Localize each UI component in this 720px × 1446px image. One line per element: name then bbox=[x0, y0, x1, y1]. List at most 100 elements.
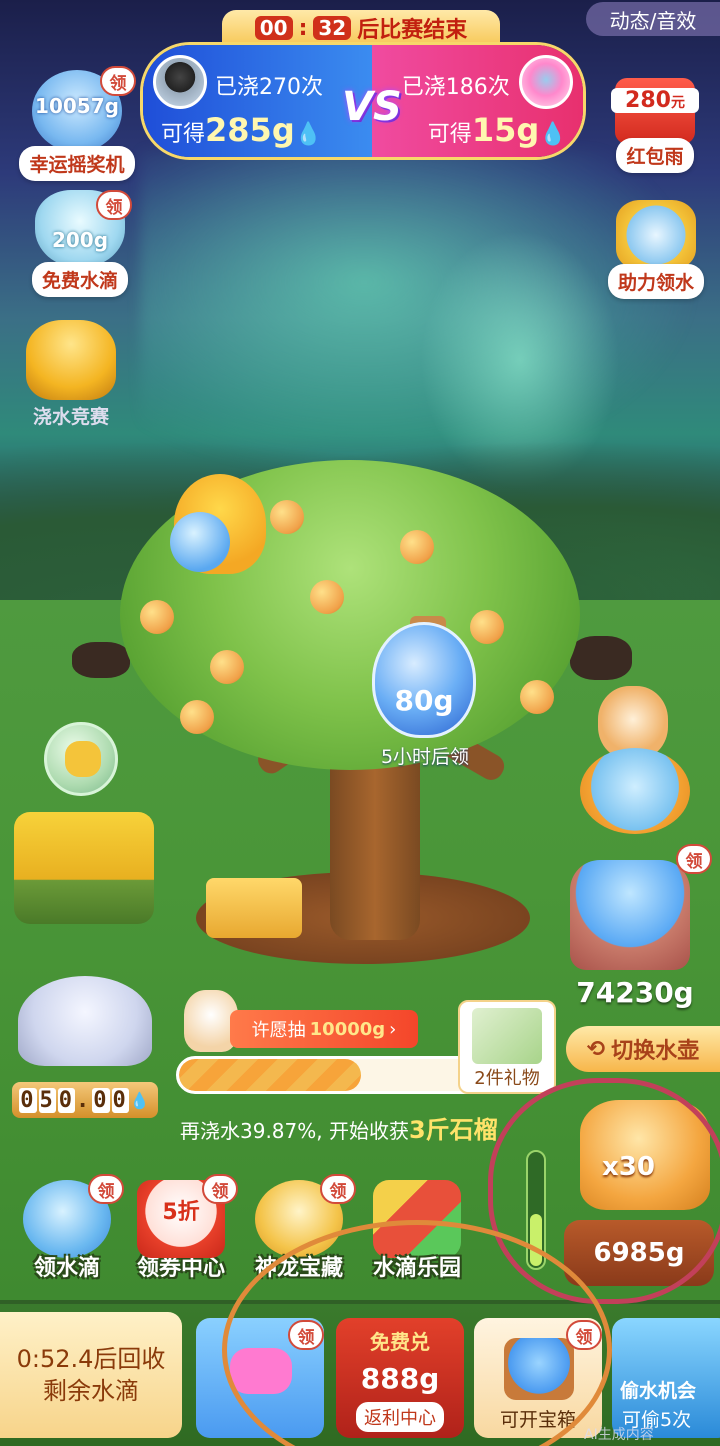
game-center-button[interactable]: 领 bbox=[196, 1318, 324, 1438]
claim-water-feature[interactable]: 领 领水滴 bbox=[12, 1174, 124, 1282]
watering-kettle-button[interactable]: x30 6985g bbox=[540, 1090, 720, 1300]
fruit bbox=[180, 700, 214, 734]
fruit bbox=[210, 650, 244, 684]
fruit bbox=[270, 500, 304, 534]
assist-label: 助力领水 bbox=[607, 264, 704, 299]
left-gain-prefix: 可得 bbox=[161, 122, 206, 147]
water-drop-icon bbox=[170, 512, 230, 572]
water-drop-icon: 💧 bbox=[294, 122, 323, 147]
countdown-colon: : bbox=[298, 15, 308, 41]
claim-badge: 领 bbox=[566, 1320, 602, 1350]
countdown-seconds: 32 bbox=[313, 16, 352, 40]
red-packet-unit: 元 bbox=[670, 95, 685, 111]
wheat-field[interactable] bbox=[14, 812, 154, 924]
wheat-bubble-button[interactable] bbox=[44, 722, 118, 796]
fountain-counter: 0 5 0 . 0 0 💧 bbox=[12, 1082, 158, 1118]
right-gain-prefix: 可得 bbox=[427, 122, 472, 147]
wheat-icon bbox=[65, 741, 101, 777]
free-water-amount: 200g bbox=[51, 228, 109, 252]
left-gain: 可得285g💧 bbox=[161, 111, 322, 149]
free-water-label: 免费水滴 bbox=[31, 262, 128, 297]
chest-label: 可开宝箱 bbox=[499, 1409, 576, 1431]
red-packet-amount: 280元 bbox=[611, 88, 699, 113]
gift-label: 2件礼物 bbox=[474, 1068, 540, 1089]
rebate-center-button[interactable]: 免费兑 888g 返利中心 bbox=[336, 1318, 464, 1438]
dragon-treasure-feature[interactable]: 领 神龙宝藏 bbox=[244, 1174, 356, 1282]
counter-digit: 5 bbox=[38, 1087, 56, 1113]
wish-amount: 10000g bbox=[309, 1018, 386, 1040]
left-gain-amount: 285g bbox=[205, 111, 295, 149]
water-bottle-button[interactable] bbox=[372, 622, 476, 738]
countdown-suffix: 后比赛结束 bbox=[357, 18, 468, 43]
chest-icon bbox=[504, 1338, 574, 1400]
feature-label: 水滴乐园 bbox=[372, 1256, 461, 1281]
harvest-highlight: 3斤石榴 bbox=[408, 1116, 498, 1144]
vs-left-player: 已浇270次 可得285g💧 bbox=[143, 45, 372, 157]
cart-amount: 74230g bbox=[576, 976, 694, 1009]
opponent-avatar bbox=[518, 55, 573, 109]
water-park-feature[interactable]: 水滴乐园 bbox=[362, 1180, 472, 1282]
gold-ingot-pile[interactable] bbox=[206, 878, 302, 938]
timer-line2: 剩余水滴 bbox=[43, 1377, 139, 1405]
assist-water-button[interactable]: 助力领水 bbox=[600, 200, 712, 299]
motion-sound-toggle[interactable]: 动态/音效 bbox=[586, 2, 720, 36]
claim-badge: 领 bbox=[96, 190, 132, 220]
gift-card-button[interactable]: 2件礼物 bbox=[458, 1000, 556, 1094]
steal-water-button[interactable]: 偷水机会 可偷5次 bbox=[612, 1318, 720, 1438]
counter-dot: . bbox=[76, 1087, 92, 1113]
player-avatar bbox=[153, 55, 207, 109]
rebate-center-label: 返利中心 bbox=[356, 1402, 444, 1432]
claim-badge: 领 bbox=[288, 1320, 324, 1350]
gamepad-icon bbox=[230, 1348, 292, 1394]
water-drop-icon: 💧 bbox=[129, 1090, 152, 1110]
right-water-count: 已浇186次 bbox=[401, 75, 510, 100]
wish-draw-button[interactable]: 许愿抽 10000g › bbox=[230, 1010, 418, 1048]
bottle-amount: 80g bbox=[394, 684, 454, 717]
fruit bbox=[310, 580, 344, 614]
fountain[interactable] bbox=[18, 976, 152, 1066]
lucky-lottery-button[interactable]: 10057g 领 幸运摇奖机 bbox=[12, 66, 142, 181]
match-countdown: 00 : 32 后比赛结束 bbox=[222, 10, 500, 46]
countdown-minutes: 00 bbox=[254, 16, 293, 40]
fish-bowl[interactable] bbox=[580, 748, 690, 834]
trophy-icon bbox=[26, 320, 116, 400]
fruit bbox=[470, 610, 504, 644]
water-drop-icon: 💧 bbox=[539, 122, 567, 147]
water-cart[interactable] bbox=[570, 860, 690, 970]
watering-contest-button[interactable]: 浇水竞赛 bbox=[16, 320, 126, 429]
claim-badge: 领 bbox=[88, 1174, 124, 1204]
counter-digit: 0 bbox=[57, 1087, 76, 1113]
coupon-center-feature[interactable]: 5折 领 领券中心 bbox=[126, 1174, 238, 1282]
feature-label: 神龙宝藏 bbox=[254, 1256, 343, 1281]
counter-digit: 0 bbox=[111, 1087, 129, 1113]
treasure-chest-button[interactable]: 领 可开宝箱 bbox=[474, 1318, 602, 1438]
claim-badge: 领 bbox=[320, 1174, 356, 1204]
fruit bbox=[400, 530, 434, 564]
claim-badge: 领 bbox=[676, 844, 712, 874]
timer-line1: 0:52.4后回收 bbox=[16, 1344, 166, 1373]
recycle-timer[interactable]: 0:52.4后回收 剩余水滴 bbox=[0, 1312, 182, 1438]
cow-left bbox=[72, 642, 130, 678]
free-water-button[interactable]: 200g 领 免费水滴 bbox=[18, 190, 142, 297]
vs-label: VS bbox=[342, 84, 402, 130]
cube-icon bbox=[373, 1180, 461, 1258]
exchange-amount: 888g bbox=[360, 1362, 440, 1395]
gift-image bbox=[472, 1008, 542, 1064]
harvest-hint: 再浇水39.87%, 开始收获3斤石榴 bbox=[180, 1110, 550, 1145]
contest-label: 浇水竞赛 bbox=[32, 406, 109, 428]
bottle-caption: 5小时后领 bbox=[380, 746, 470, 768]
fruit bbox=[140, 600, 174, 634]
water-station-icon bbox=[616, 200, 696, 270]
ai-generated-mark: AI生成内容 bbox=[584, 1427, 654, 1443]
switch-kettle-label: 切换水壶 bbox=[611, 1039, 700, 1064]
claim-badge: 领 bbox=[202, 1174, 238, 1204]
red-packet-icon: 280元 bbox=[611, 78, 699, 144]
counter-digit: 0 bbox=[19, 1087, 37, 1113]
wish-prefix: 许愿抽 bbox=[251, 1020, 306, 1041]
kettle-multiplier: x30 bbox=[602, 1152, 655, 1182]
chevron-right-icon: › bbox=[389, 1018, 397, 1040]
red-packet-rain-button[interactable]: 280元 红包雨 bbox=[600, 78, 710, 173]
switch-kettle-button[interactable]: ⟲ 切换水壶 bbox=[566, 1026, 720, 1072]
free-exchange-label: 免费兑 bbox=[370, 1330, 430, 1354]
steal-chance-label: 偷水机会 bbox=[620, 1380, 697, 1402]
